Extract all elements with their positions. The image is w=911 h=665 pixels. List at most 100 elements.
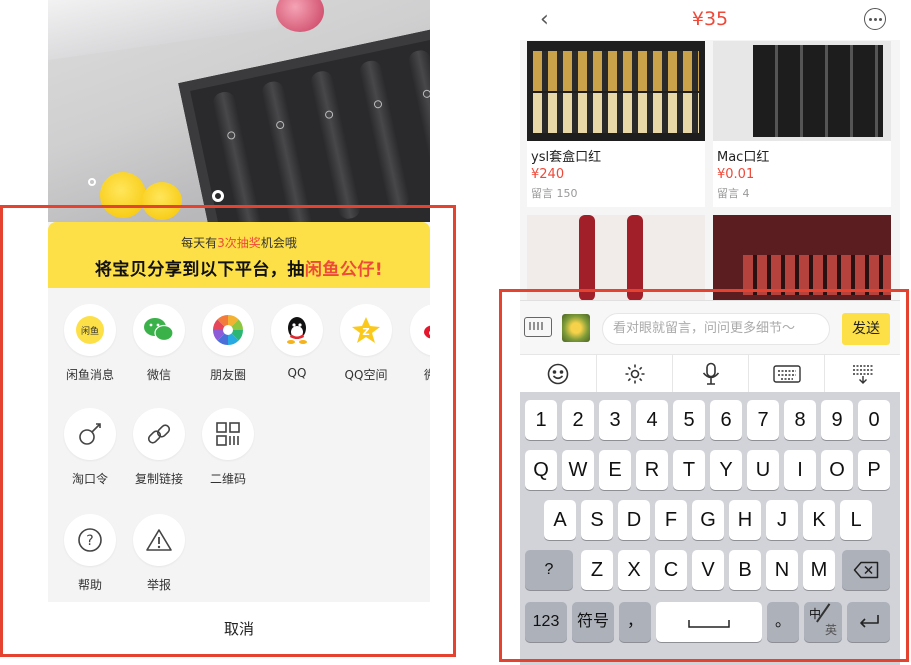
key-o[interactable]: O bbox=[821, 450, 853, 490]
header-price: ¥35 bbox=[691, 8, 729, 30]
microphone-icon[interactable] bbox=[672, 355, 748, 393]
key-d[interactable]: D bbox=[618, 500, 650, 540]
return-icon bbox=[859, 614, 879, 628]
product-card[interactable]: Mac口红 ¥0.01 留言 4 bbox=[713, 41, 891, 207]
key-0[interactable]: 0 bbox=[858, 400, 890, 440]
key-v[interactable]: V bbox=[692, 550, 724, 590]
share-sheet: 每天有3次抽奖机会哦 将宝贝分享到以下平台，抽闲鱼公仔! 闲鱼 闲鱼消息 微信 bbox=[48, 222, 430, 665]
share-xianyu-message[interactable]: 闲鱼 闲鱼消息 bbox=[55, 304, 125, 383]
share-qzone[interactable]: Z QQ空间 bbox=[331, 304, 401, 383]
wechat-icon bbox=[133, 304, 185, 356]
lipstick-image bbox=[309, 69, 362, 221]
key-c[interactable]: C bbox=[655, 550, 687, 590]
key-e[interactable]: E bbox=[599, 450, 631, 490]
cancel-button[interactable]: 取消 bbox=[48, 602, 430, 665]
key-f[interactable]: F bbox=[655, 500, 687, 540]
key-question[interactable]: ? bbox=[525, 550, 573, 590]
key-k[interactable]: K bbox=[803, 500, 835, 540]
share-label: QQ bbox=[287, 366, 307, 380]
key-5[interactable]: 5 bbox=[673, 400, 705, 440]
key-6[interactable]: 6 bbox=[710, 400, 742, 440]
key-y[interactable]: Y bbox=[710, 450, 742, 490]
product-card[interactable] bbox=[527, 215, 705, 301]
key-q[interactable]: Q bbox=[525, 450, 557, 490]
share-taokouling[interactable]: 淘口令 bbox=[55, 408, 125, 487]
collapse-keyboard-icon[interactable] bbox=[824, 355, 900, 393]
key-g[interactable]: G bbox=[692, 500, 724, 540]
taokouling-icon bbox=[64, 408, 116, 460]
key-i[interactable]: I bbox=[784, 450, 816, 490]
avatar[interactable] bbox=[562, 314, 590, 342]
settings-icon[interactable] bbox=[596, 355, 672, 393]
key-b[interactable]: B bbox=[729, 550, 761, 590]
share-row-platforms: 闲鱼 闲鱼消息 微信 朋友圈 QQ Z QQ空间 bbox=[48, 304, 430, 394]
share-wechat[interactable]: 微信 bbox=[124, 304, 194, 383]
link-icon bbox=[133, 408, 185, 460]
product-card[interactable] bbox=[713, 215, 891, 301]
key-u[interactable]: U bbox=[747, 450, 779, 490]
key-9[interactable]: 9 bbox=[821, 400, 853, 440]
key-7[interactable]: 7 bbox=[747, 400, 779, 440]
key-symbols[interactable]: 符号 bbox=[572, 602, 614, 642]
lipstick-image bbox=[406, 48, 430, 200]
backspace-key[interactable] bbox=[842, 550, 890, 590]
key-123[interactable]: 123 bbox=[525, 602, 567, 642]
space-key[interactable] bbox=[656, 602, 762, 642]
lipstick-image bbox=[358, 58, 411, 211]
key-8[interactable]: 8 bbox=[784, 400, 816, 440]
moments-icon bbox=[202, 304, 254, 356]
key-n[interactable]: N bbox=[766, 550, 798, 590]
key-a[interactable]: A bbox=[544, 500, 576, 540]
share-label: 闲鱼消息 bbox=[65, 368, 114, 382]
key-2[interactable]: 2 bbox=[562, 400, 594, 440]
key-3[interactable]: 3 bbox=[599, 400, 631, 440]
emoji-icon[interactable] bbox=[520, 355, 596, 393]
key-r[interactable]: R bbox=[636, 450, 668, 490]
product-card[interactable]: ysl套盒口红 ¥240 留言 150 bbox=[527, 41, 705, 207]
share-label: 朋友圈 bbox=[209, 368, 246, 382]
share-help[interactable]: ? 帮助 bbox=[55, 514, 125, 593]
key-m[interactable]: M bbox=[803, 550, 835, 590]
share-weibo[interactable]: 微 bbox=[400, 304, 430, 383]
key-x[interactable]: X bbox=[618, 550, 650, 590]
banner-title: 将宝贝分享到以下平台，抽闲鱼公仔! bbox=[94, 260, 384, 280]
key-comma[interactable]: ， bbox=[619, 602, 651, 642]
share-moments[interactable]: 朋友圈 bbox=[193, 304, 263, 383]
key-s[interactable]: S bbox=[581, 500, 613, 540]
right-screen: ‹ ¥35 ysl套盒口红 ¥240 留言 150 Mac口红 ¥0.01 留言… bbox=[520, 0, 900, 665]
share-row-tools: 淘口令 复制链接 二维码 bbox=[48, 408, 430, 498]
top-nav-bar: ‹ ¥35 bbox=[520, 0, 900, 40]
product-image bbox=[527, 41, 705, 141]
key-h[interactable]: H bbox=[729, 500, 761, 540]
share-qq[interactable]: QQ bbox=[262, 304, 332, 380]
share-banner: 每天有3次抽奖机会哦 将宝贝分享到以下平台，抽闲鱼公仔! bbox=[48, 222, 430, 288]
share-copy-link[interactable]: 复制链接 bbox=[124, 408, 194, 487]
product-image bbox=[713, 41, 891, 141]
keyboard: 1 2 3 4 5 6 7 8 9 0 Q W E R T Y U I O P … bbox=[520, 392, 900, 665]
key-4[interactable]: 4 bbox=[636, 400, 668, 440]
return-key[interactable] bbox=[847, 602, 890, 642]
key-p[interactable]: P bbox=[858, 450, 890, 490]
key-period[interactable]: 。 bbox=[767, 602, 799, 642]
key-1[interactable]: 1 bbox=[525, 400, 557, 440]
comment-input[interactable]: 看对眼就留言，问问更多细节～ bbox=[602, 313, 830, 345]
key-w[interactable]: W bbox=[562, 450, 594, 490]
comment-input-bar: 看对眼就留言，问问更多细节～ 发送 bbox=[520, 300, 900, 354]
key-j[interactable]: J bbox=[766, 500, 798, 540]
product-image bbox=[713, 215, 891, 301]
send-button[interactable]: 发送 bbox=[842, 313, 890, 345]
more-icon[interactable] bbox=[864, 8, 886, 30]
key-z[interactable]: Z bbox=[581, 550, 613, 590]
language-switch-key[interactable]: 中 英 bbox=[804, 602, 842, 642]
key-t[interactable]: T bbox=[673, 450, 705, 490]
key-l[interactable]: L bbox=[840, 500, 872, 540]
share-label: 二维码 bbox=[209, 472, 246, 486]
share-label: QQ空间 bbox=[344, 368, 388, 382]
keyboard-toggle-icon[interactable] bbox=[524, 317, 552, 337]
keyboard-icon[interactable] bbox=[748, 355, 824, 393]
qzone-icon: Z bbox=[340, 304, 392, 356]
share-qrcode[interactable]: 二维码 bbox=[193, 408, 263, 487]
share-label: 淘口令 bbox=[71, 472, 108, 486]
share-report[interactable]: 举报 bbox=[124, 514, 194, 593]
share-label: 帮助 bbox=[77, 578, 102, 592]
